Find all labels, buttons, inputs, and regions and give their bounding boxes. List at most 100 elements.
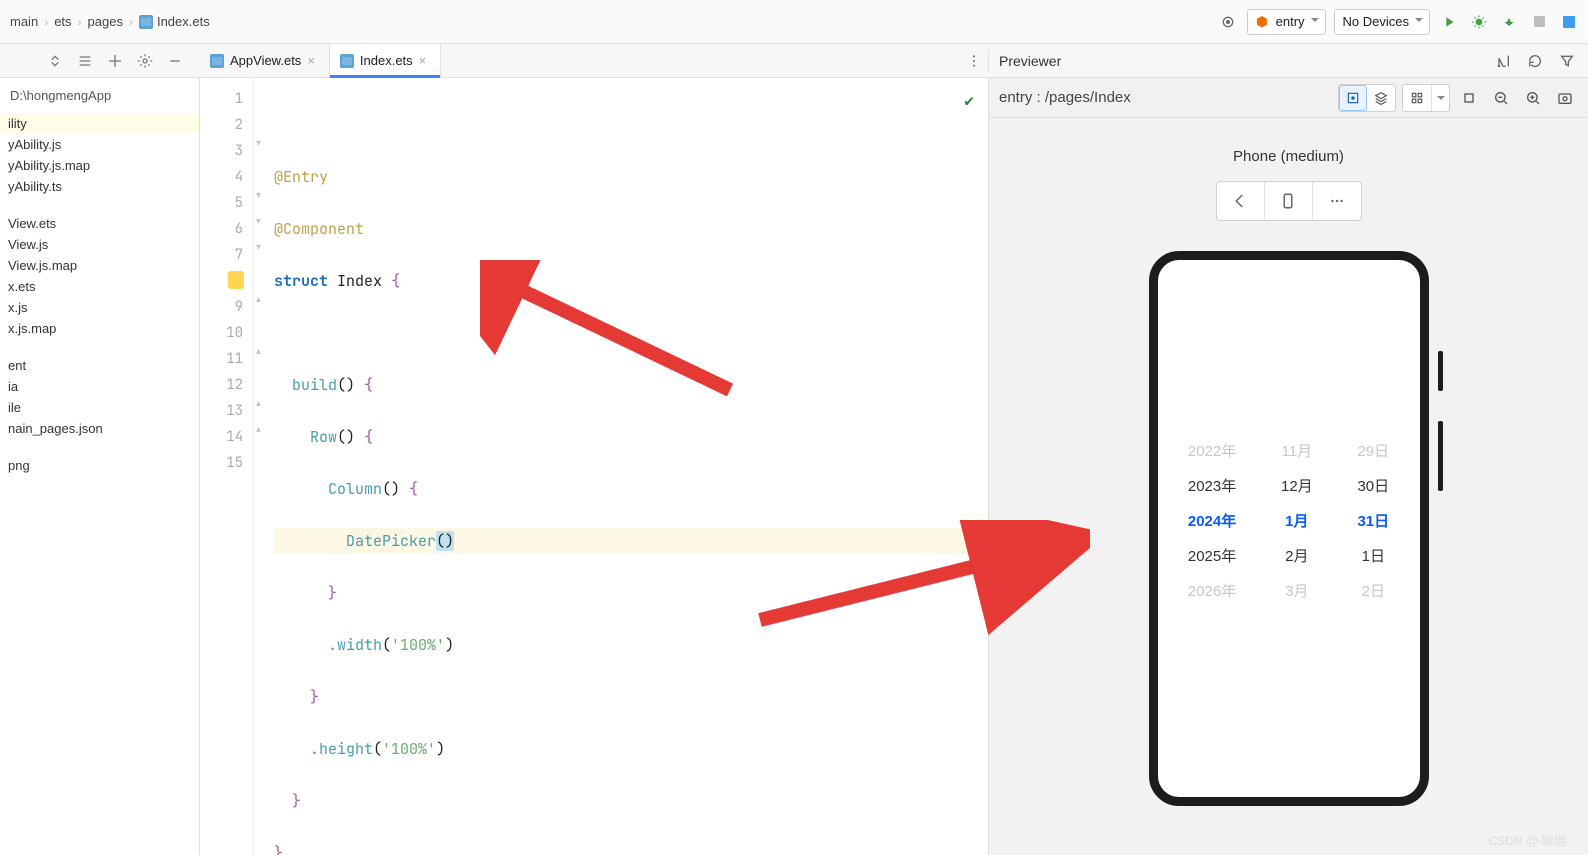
target-icon[interactable] [1217,11,1239,33]
layout-icon[interactable] [1558,11,1580,33]
layers-icon[interactable] [1367,85,1395,111]
breadcrumb-item[interactable]: Index.ets [139,14,210,29]
datepicker-item[interactable]: 2025年 [1188,545,1236,566]
line-number: 13 [210,398,243,424]
datepicker-item[interactable]: 29日 [1357,440,1389,461]
project-file-item[interactable]: ile [0,397,199,418]
code-area[interactable]: ✔ @Entry @Component struct Index { build… [270,78,988,855]
editor-tabs: AppView.ets × Index.ets × [200,44,988,77]
datepicker-item[interactable]: 2026年 [1188,580,1236,601]
project-file-item[interactable]: png [0,455,199,476]
project-file-item[interactable]: View.ets [0,213,199,234]
editor-tab[interactable]: AppView.ets × [200,44,330,77]
tab-label: AppView.ets [230,53,301,68]
project-file-item[interactable]: yAbility.js [0,134,199,155]
phone-side-button [1438,421,1443,491]
filter-icon[interactable] [1556,50,1578,72]
datepicker-item[interactable]: 2月 [1285,545,1308,566]
project-file-item[interactable]: x.js [0,297,199,318]
line-number: 14 [210,424,243,450]
previewer-header: Previewer [988,50,1588,72]
line-number: 15 [210,450,243,476]
project-file-item[interactable]: x.js.map [0,318,199,339]
project-file-item[interactable]: ent [0,355,199,376]
run-config-dropdown[interactable]: ⬢ entry [1247,9,1325,35]
editor-tab[interactable]: Index.ets × [330,44,441,77]
back-icon[interactable] [1217,182,1265,220]
line-number: 2 [210,112,243,138]
datepicker-item[interactable]: 31日 [1357,510,1389,531]
close-icon[interactable]: × [307,53,315,68]
more-options-icon[interactable] [960,44,988,77]
datepicker-item[interactable]: 1月 [1285,510,1308,531]
chevron-down-icon[interactable] [1431,85,1449,111]
inspect-icon[interactable] [1339,85,1367,111]
settings-icon[interactable] [104,50,126,72]
device-dropdown[interactable]: No Devices [1334,9,1430,35]
hexagon-icon: ⬢ [1256,14,1267,30]
refresh-icon[interactable] [1524,50,1546,72]
breadcrumb-item[interactable]: pages [88,14,123,29]
ets-file-icon [139,15,153,29]
datepicker-item[interactable]: 2024年 [1188,510,1236,531]
check-icon: ✔ [964,88,974,114]
preview-mini-toolbar [1216,181,1362,221]
gear-icon[interactable] [134,50,156,72]
gutter-controls [0,50,200,72]
project-file-item[interactable]: View.js [0,234,199,255]
datepicker-item[interactable]: 2023年 [1188,475,1236,496]
datepicker-item[interactable]: 2022年 [1188,440,1236,461]
project-file-item[interactable]: yAbility.js.map [0,155,199,176]
line-number: 9 [210,294,243,320]
debug-icon[interactable] [1468,11,1490,33]
project-pane: D:\hongmengApp ilityyAbility.jsyAbility.… [0,78,200,855]
datepicker-item[interactable]: 3月 [1285,580,1308,601]
datepicker-item[interactable]: 30日 [1357,475,1389,496]
phone-side-button [1438,351,1443,391]
line-number: 5 [210,190,243,216]
chevron-down-icon [1311,18,1319,26]
project-file-item[interactable]: x.ets [0,276,199,297]
minimize-icon[interactable] [164,50,186,72]
project-file-item[interactable]: View.js.map [0,255,199,276]
preview-path-bar: entry : /pages/Index [989,78,1588,118]
preview-caption: Phone (medium) [1233,148,1344,165]
expand-icon[interactable] [74,50,96,72]
zoom-out-icon[interactable] [1488,85,1514,111]
preview-path-label: entry : /pages/Index [999,89,1131,106]
datepicker-item[interactable]: 2日 [1362,580,1385,601]
project-file-item[interactable]: yAbility.ts [0,176,199,197]
ets-file-icon [210,54,224,68]
line-number: 7 [210,242,243,268]
line-number: 6 [210,216,243,242]
run-icon[interactable] [1438,11,1460,33]
close-icon[interactable]: × [419,53,427,68]
grid-icon[interactable] [1403,85,1431,111]
breadcrumb-item[interactable]: main [10,14,38,29]
editor-toolbar-row: AppView.ets × Index.ets × Previewer [0,44,1588,78]
font-size-icon[interactable] [1492,50,1514,72]
more-icon[interactable] [1313,182,1361,220]
profiler-icon[interactable] [1498,11,1520,33]
datepicker-item[interactable]: 12月 [1281,475,1313,496]
breadcrumb-item[interactable]: ets [54,14,71,29]
ets-file-icon [340,54,354,68]
collapse-icon[interactable] [44,50,66,72]
project-file-item[interactable]: ia [0,376,199,397]
project-file-item[interactable]: ility [0,113,199,134]
project-file-item[interactable]: nain_pages.json [0,418,199,439]
rotate-device-icon[interactable] [1265,182,1313,220]
crop-icon[interactable] [1456,85,1482,111]
chevron-right-icon: › [44,15,48,29]
lightbulb-icon[interactable] [228,271,244,289]
datepicker-item[interactable]: 1日 [1362,545,1385,566]
project-root-path[interactable]: D:\hongmengApp [0,84,199,113]
datepicker-item[interactable]: 11月 [1282,440,1313,461]
zoom-in-icon[interactable] [1520,85,1546,111]
line-number: 12 [210,372,243,398]
code-editor[interactable]: 123456789101112131415 ▾ ▾ ▾ ▾ ▴ ▴ ▴ ▴ ✔ … [200,78,988,855]
breadcrumb: main › ets › pages › Index.ets [8,14,210,29]
stop-icon[interactable] [1528,11,1550,33]
screenshot-icon[interactable] [1552,85,1578,111]
run-config-label: entry [1276,14,1305,29]
